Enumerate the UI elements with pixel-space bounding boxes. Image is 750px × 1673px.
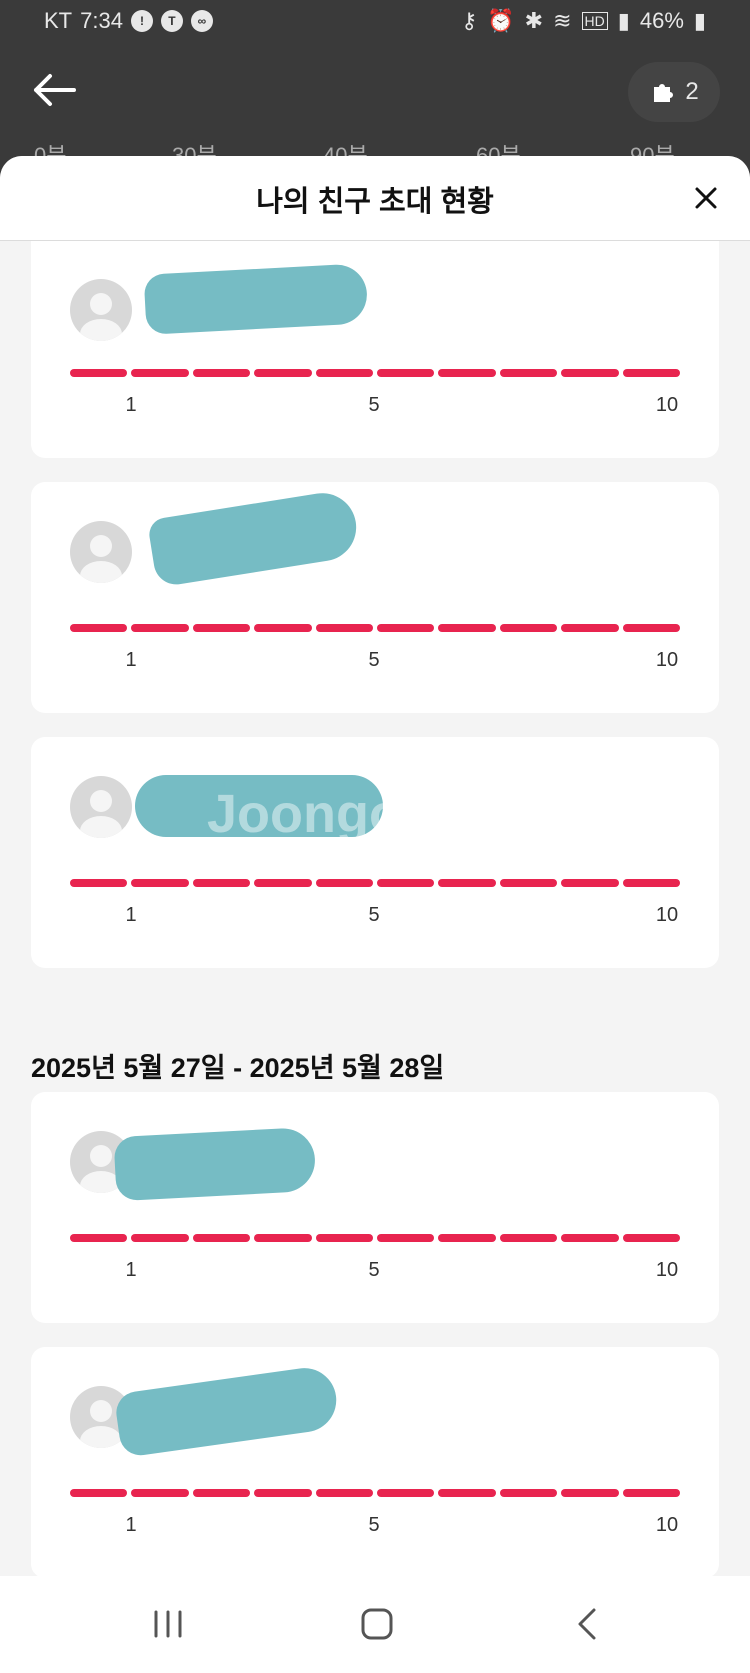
battery-icon: ▮ — [693, 8, 706, 33]
hd-icon: HD — [581, 12, 608, 30]
home-icon[interactable] — [357, 1606, 397, 1642]
back-arrow-icon[interactable] — [30, 70, 78, 110]
status-bar: KT 7:34 ! T ∞ ⚷ ⏰ ✱ ≋ HD ▮ 46% ▮ — [0, 0, 750, 44]
tick-label-10: 10 — [655, 1514, 679, 1536]
avatar — [70, 279, 132, 341]
invite-progress-bar — [70, 624, 681, 632]
system-nav-bar — [0, 1576, 750, 1673]
tick-label-1: 1 — [125, 1514, 137, 1536]
tick-label-5: 5 — [368, 1259, 380, 1281]
scale-peek-label: 30분 — [172, 143, 217, 158]
scale-peek-label: 40분 — [323, 143, 368, 158]
tick-label-5: 5 — [368, 1514, 380, 1536]
avatar — [70, 521, 132, 583]
date-range-label: 2025년 5월 27일 - 2025년 5월 28일 — [31, 1053, 445, 1083]
battery-level: 46% — [639, 8, 684, 33]
coin-count: 2 — [685, 78, 699, 105]
coin-badge[interactable]: 2 — [628, 62, 720, 122]
friend-card: 1 5 10 — [31, 482, 719, 713]
scale-peek-label: 60분 — [476, 143, 521, 158]
tick-label-10: 10 — [655, 649, 679, 671]
redacted-name — [143, 263, 369, 335]
tick-label-1: 1 — [125, 649, 137, 671]
redacted-name — [146, 488, 362, 588]
tick-label-5: 5 — [368, 649, 380, 671]
friend-card: Joongo 1 5 10 — [31, 737, 719, 968]
carrier-label: KT — [44, 8, 73, 33]
sheet-title: 나의 친구 초대 현황 — [256, 186, 494, 218]
invite-status-sheet: 나의 친구 초대 현황 1 5 10 1 5 10 Joongo 1 5 10 … — [0, 156, 750, 1576]
tick-label-10: 10 — [655, 904, 679, 926]
bluetooth-icon: ✱ — [524, 8, 544, 33]
link-icon: ∞ — [190, 10, 213, 32]
tick-label-5: 5 — [368, 394, 380, 416]
friend-card: 1 5 10 — [31, 1092, 719, 1323]
friend-card: 1 5 10 — [31, 1347, 719, 1576]
tick-label-1: 1 — [125, 904, 137, 926]
invite-progress-bar — [70, 879, 681, 887]
tick-label-10: 10 — [655, 394, 679, 416]
invite-progress-bar — [70, 1234, 681, 1242]
invite-progress-bar — [70, 369, 681, 377]
redacted-name — [113, 1126, 317, 1202]
close-icon[interactable] — [688, 180, 724, 216]
recent-apps-icon[interactable] — [148, 1606, 188, 1642]
tick-label-10: 10 — [655, 1259, 679, 1281]
tick-label-1: 1 — [125, 394, 137, 416]
friend-card: 1 5 10 — [31, 241, 719, 458]
clock: 7:34 — [80, 8, 123, 33]
key-icon: ⚷ — [461, 8, 478, 33]
wifi-icon: ≋ — [553, 8, 572, 33]
avatar — [70, 776, 132, 838]
invite-list[interactable]: 1 5 10 1 5 10 Joongo 1 5 10 2025년 5월 27일… — [0, 241, 750, 1576]
sheet-header: 나의 친구 초대 현황 — [0, 156, 750, 241]
puzzle-icon — [654, 84, 674, 102]
tick-label-5: 5 — [368, 904, 380, 926]
redacted-name — [113, 1364, 341, 1458]
watermark: Joongo — [207, 784, 402, 844]
chat-bubble-icon: ! — [130, 10, 153, 32]
scale-peek-label: 90분 — [630, 143, 675, 158]
invite-progress-bar — [70, 1489, 681, 1497]
talk-icon: T — [160, 10, 183, 32]
signal-icon: ▮ — [617, 8, 630, 33]
back-icon[interactable] — [568, 1606, 608, 1642]
tick-label-1: 1 — [125, 1259, 137, 1281]
scale-peek: 0분 30분 40분 60분 90분 — [0, 138, 750, 158]
scale-peek-label: 0분 — [34, 143, 67, 158]
alarm-icon: ⏰ — [487, 8, 515, 33]
